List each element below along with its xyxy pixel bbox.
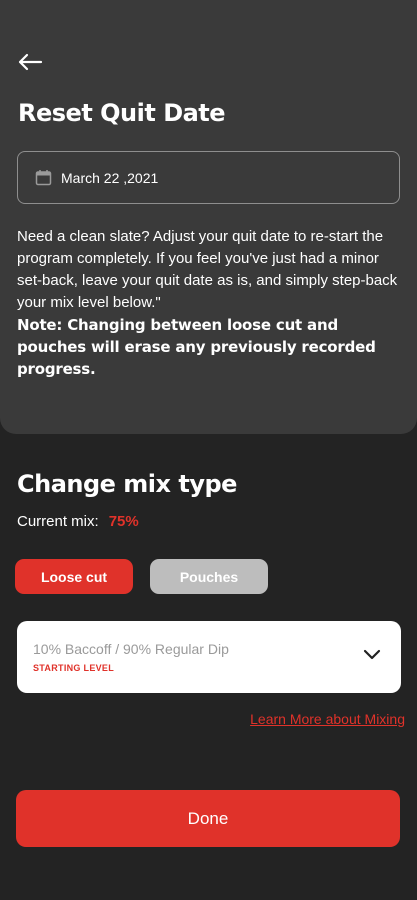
mix-level-select[interactable]: 10% Baccoff / 90% Regular Dip STARTING L… [17, 621, 401, 693]
mix-level-badge: STARTING LEVEL [33, 663, 115, 673]
calendar-icon [35, 169, 52, 186]
chevron-down-icon [363, 648, 381, 660]
reset-date-card: Reset Quit Date March 22 ,2021 Need a cl… [0, 0, 417, 434]
back-button[interactable] [14, 48, 46, 76]
mix-section-title: Change mix type [17, 470, 237, 498]
done-button[interactable]: Done [16, 790, 400, 847]
current-mix-value: 75% [108, 513, 139, 530]
page-title: Reset Quit Date [18, 99, 226, 127]
learn-more-link[interactable]: Learn More about Mixing [250, 711, 405, 727]
quit-date-value: March 22 ,2021 [61, 169, 159, 186]
current-mix-label: Current mix: [17, 513, 99, 530]
loose-cut-button[interactable]: Loose cut [15, 559, 133, 594]
current-mix: Current mix: 75% [17, 513, 139, 530]
quit-date-field[interactable]: March 22 ,2021 [17, 151, 400, 204]
reset-description: Need a clean slate? Adjust your quit dat… [17, 228, 398, 311]
pouches-button[interactable]: Pouches [150, 559, 268, 594]
reset-note: Note: Changing between loose cut and pou… [17, 316, 376, 378]
arrow-left-icon [18, 53, 43, 71]
mix-level-value: 10% Baccoff / 90% Regular Dip [33, 641, 229, 657]
